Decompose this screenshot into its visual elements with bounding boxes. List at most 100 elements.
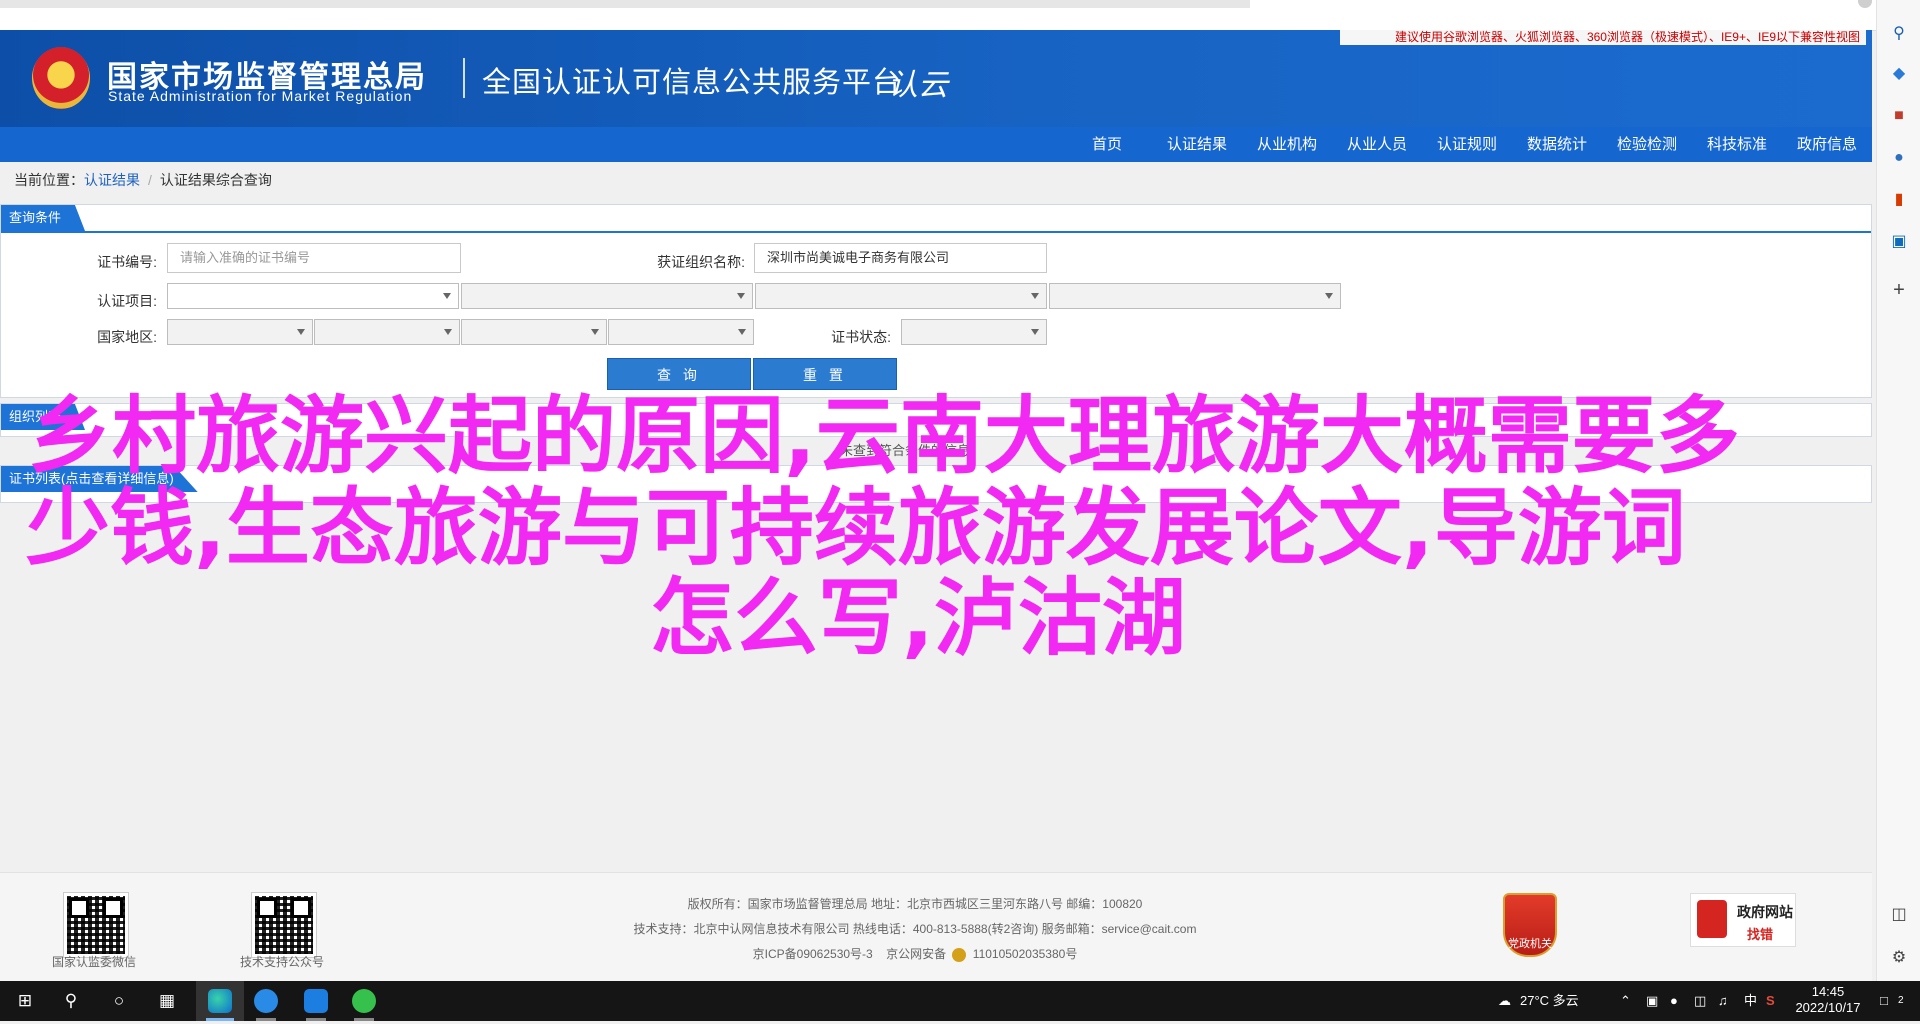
project-select-4[interactable]	[1049, 283, 1341, 309]
region-select-4[interactable]	[608, 319, 754, 345]
browser-app-icon[interactable]	[254, 989, 278, 1013]
add-icon[interactable]: +	[1889, 280, 1909, 300]
main-nav: 首页 认证结果 从业机构 从业人员 认证规则 数据统计 检验检测 科技标准 政府…	[0, 127, 1872, 162]
network-icon[interactable]: ◫	[1694, 981, 1706, 1021]
chevron-down-icon	[444, 329, 452, 335]
ime-indicator[interactable]: 中	[1744, 981, 1757, 1021]
project-label: 认证项目:	[97, 293, 157, 309]
footer-copyright: 版权所有：国家市场监督管理总局 地址：北京市西城区三里河东路八号 邮编：1008…	[687, 897, 1143, 911]
breadcrumb-link[interactable]: 认证结果	[84, 172, 140, 188]
windows-start-icon[interactable]: ⊞	[2, 985, 48, 1017]
police-label: 京公网安备	[886, 947, 947, 961]
office-icon[interactable]: ▮	[1889, 190, 1909, 210]
platform-title: 全国认证认可信息公共服务平台	[482, 67, 903, 99]
wechat-qr-code	[63, 892, 129, 958]
icp-link[interactable]: 京ICP备09062530号-3	[753, 947, 873, 961]
overlay-text-line-1: 乡村旅游兴起的原因,云南大理旅游大概需要多	[28, 387, 1740, 485]
sogou-ime-icon[interactable]: S	[1766, 981, 1775, 1021]
feishu-app-icon[interactable]	[304, 989, 328, 1013]
tray-app-icon[interactable]: ▣	[1646, 981, 1658, 1021]
browser-notice: 建议使用谷歌浏览器、火狐浏览器、360浏览器（极速模式）、IE9+、IE9以下兼…	[1340, 30, 1866, 45]
status-select[interactable]	[901, 319, 1047, 345]
chevron-down-icon	[443, 293, 451, 299]
nav-item-rules[interactable]: 认证规则	[1427, 127, 1507, 162]
notification-count: 2	[1898, 995, 1904, 1006]
header-divider	[463, 58, 465, 98]
search-icon[interactable]: ⚲	[48, 985, 94, 1017]
people-icon[interactable]: ●	[1889, 148, 1909, 168]
chevron-down-icon	[1031, 293, 1039, 299]
chevron-down-icon	[737, 293, 745, 299]
region-select-2[interactable]	[314, 319, 460, 345]
police-badge-icon	[952, 947, 967, 962]
panel-icon[interactable]: ◫	[1889, 905, 1909, 925]
nav-item-personnel[interactable]: 从业人员	[1337, 127, 1417, 162]
panel-rule	[1, 231, 1871, 233]
party-gov-badge[interactable]: 党政机关	[1503, 893, 1557, 957]
toolbox-icon[interactable]: ■	[1889, 106, 1909, 126]
settings-icon[interactable]: ⚙	[1889, 948, 1909, 968]
region-select-3[interactable]	[461, 319, 607, 345]
weather-icon[interactable]: ☁	[1498, 981, 1511, 1021]
task-view-icon[interactable]: ○	[96, 985, 142, 1017]
cert-no-input[interactable]: 请输入准确的证书编号	[167, 243, 461, 273]
clock[interactable]: 14:45 2022/10/17	[1790, 984, 1866, 1024]
project-select-1[interactable]	[167, 283, 459, 309]
breadcrumb-current: 认证结果综合查询	[159, 172, 272, 188]
chevron-down-icon	[297, 329, 305, 335]
breadcrumb-prefix: 当前位置：	[14, 172, 84, 188]
gov-error-finder[interactable]: 政府网站 找错	[1690, 893, 1796, 947]
agency-name-en: State Administration for Market Regulati…	[108, 88, 413, 104]
outlook-icon[interactable]: ▣	[1889, 232, 1909, 252]
browser-sidebar: ⚲ ◆ ■ ● ▮ ▣ + ◫ ⚙	[1876, 0, 1920, 981]
search-icon[interactable]: ⚲	[1889, 24, 1909, 44]
widgets-icon[interactable]: ▦	[144, 985, 190, 1017]
region-select-1[interactable]	[167, 319, 313, 345]
qr1-caption: 国家认监委微信	[51, 955, 136, 969]
date-text: 2022/10/17	[1795, 1000, 1861, 1015]
reset-button[interactable]: 重 置	[753, 358, 897, 390]
breadcrumb-separator: /	[148, 172, 152, 188]
query-panel: 查询条件 证书编号: 请输入准确的证书编号 获证组织名称: 深圳市尚美诚电子商务…	[0, 204, 1872, 398]
chevron-up-icon[interactable]: ⌃	[1620, 981, 1631, 1021]
notification-icon[interactable]: □	[1880, 981, 1888, 1021]
nav-item-home[interactable]: 首页	[1067, 127, 1147, 162]
nav-item-testing[interactable]: 检验检测	[1607, 127, 1687, 162]
horizontal-scrollbar[interactable]	[0, 0, 1250, 8]
chevron-down-icon	[738, 329, 746, 335]
chevron-down-icon	[1031, 329, 1039, 335]
national-emblem-icon	[32, 47, 90, 109]
site-header: 建议使用谷歌浏览器、火狐浏览器、360浏览器（极速模式）、IE9+、IE9以下兼…	[0, 30, 1872, 127]
weather-text[interactable]: 27°C 多云	[1520, 981, 1579, 1021]
gov-error-sub: 找错	[1747, 927, 1774, 942]
org-name-label: 获证组织名称:	[657, 254, 745, 270]
police-number-link[interactable]: 11010502035380号	[973, 947, 1078, 961]
nav-item-cert-results[interactable]: 认证结果	[1157, 127, 1237, 162]
support-qr-code	[251, 892, 317, 958]
nav-item-standards[interactable]: 科技标准	[1697, 127, 1777, 162]
magnifier-icon	[1697, 900, 1727, 938]
project-select-2[interactable]	[461, 283, 753, 309]
project-select-3[interactable]	[755, 283, 1047, 309]
search-button[interactable]: 查 询	[607, 358, 751, 390]
scroll-thumb[interactable]	[1858, 0, 1872, 8]
tag-icon[interactable]: ◆	[1889, 64, 1909, 84]
gov-error-title: 政府网站	[1737, 904, 1793, 920]
chevron-down-icon	[1325, 293, 1333, 299]
nav-item-statistics[interactable]: 数据统计	[1517, 127, 1597, 162]
volume-icon[interactable]: ♫	[1718, 981, 1728, 1021]
org-name-input[interactable]: 深圳市尚美诚电子商务有限公司	[754, 243, 1047, 273]
nav-item-gov-info[interactable]: 政府信息	[1787, 127, 1867, 162]
wechat-tray-icon[interactable]: ●	[1670, 981, 1678, 1021]
query-panel-tab: 查询条件	[1, 205, 86, 231]
cert-no-label: 证书编号:	[97, 254, 157, 270]
platform-logo: 认云	[888, 68, 948, 103]
chevron-down-icon	[591, 329, 599, 335]
time-text: 14:45	[1811, 984, 1845, 999]
status-label: 证书状态:	[831, 329, 891, 345]
edge-app-icon[interactable]	[208, 989, 232, 1013]
nav-item-institutions[interactable]: 从业机构	[1247, 127, 1327, 162]
footer-support: 技术支持：北京中认网信息技术有限公司 热线电话：400-813-5888(转2咨…	[633, 922, 1197, 936]
wechat-app-icon[interactable]	[352, 989, 376, 1013]
site-footer: 国家认监委微信 技术支持公众号 版权所有：国家市场监督管理总局 地址：北京市西城…	[0, 872, 1872, 982]
